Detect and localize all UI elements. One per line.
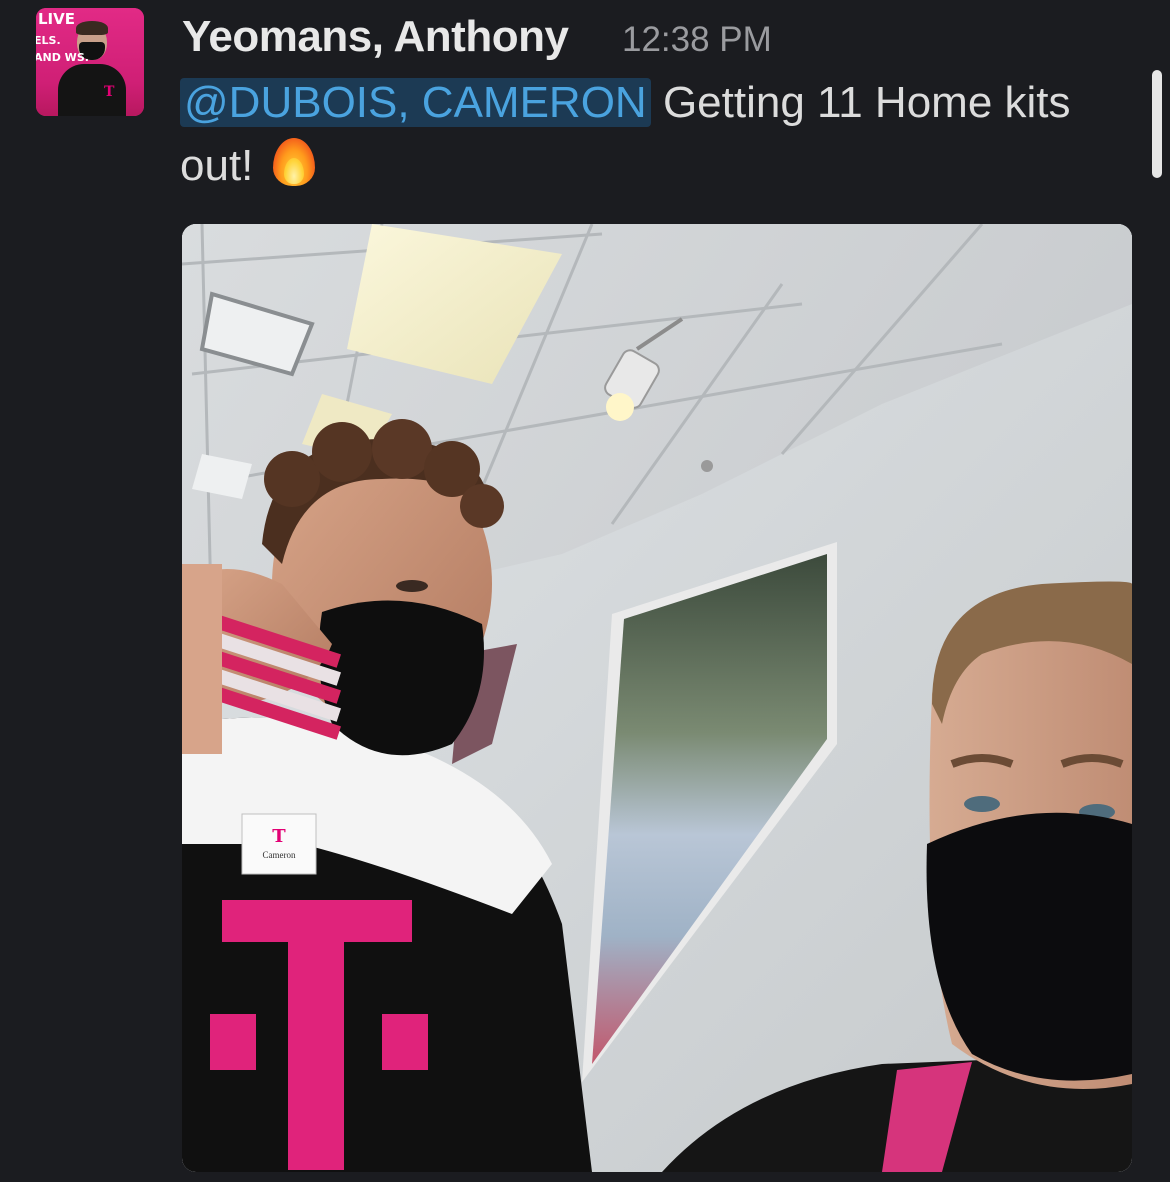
message-container: LIVE ELS. AND WS. T Yeomans, Anthony 12:… [0,0,1170,1182]
avatar-sign-line-1: LIVE [38,10,75,28]
name-tag-logo: T [272,826,286,847]
user-mention[interactable]: @DUBOIS, CAMERON [180,78,651,127]
message-timestamp[interactable]: 12:38 PM [622,20,772,60]
avatar-sign-line-3: AND WS. [36,51,89,64]
photo-scene: Cameron T [182,224,1132,1172]
avatar-person-hair [76,21,108,35]
scrollbar-thumb[interactable] [1152,70,1162,178]
author-name[interactable]: Yeomans, Anthony [182,8,569,66]
avatar-brand-logo: T [104,84,115,100]
fire-emoji-icon [271,134,317,188]
attached-photo[interactable]: Cameron T [182,224,1132,1172]
avatar-sign-line-2: ELS. [36,34,61,47]
avatar[interactable]: LIVE ELS. AND WS. T [36,8,144,116]
name-tag-label: Cameron [263,850,296,860]
ceiling-sensor [701,460,713,472]
avatar-person-body [58,64,126,116]
message-body: @DUBOIS, CAMERON Getting 11 Home kits ou… [180,72,1130,197]
spotlight-glow [606,393,634,421]
